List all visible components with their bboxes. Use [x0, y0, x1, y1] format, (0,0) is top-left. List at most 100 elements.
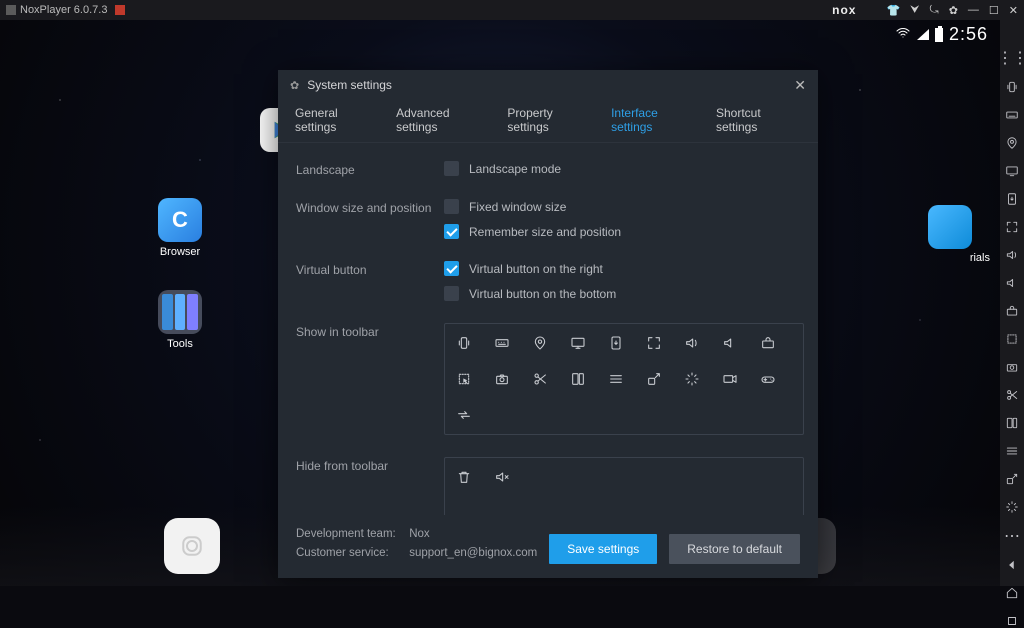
side-mouse-capture-icon[interactable]	[1004, 332, 1020, 346]
system-settings-dialog: ✿ System settings ✕ General settings Adv…	[278, 70, 818, 578]
apk-install-icon[interactable]	[607, 334, 625, 352]
save-settings-button[interactable]: Save settings	[549, 534, 657, 564]
checkbox-icon	[444, 261, 459, 276]
toolbox-icon[interactable]	[759, 334, 777, 352]
side-multi-instance-icon[interactable]	[1004, 416, 1020, 430]
side-toolbar: ⋮⋮ ⋯	[1000, 20, 1024, 586]
trash-icon[interactable]	[455, 468, 473, 486]
notification-badge-icon[interactable]	[115, 5, 125, 15]
tab-interface[interactable]: Interface settings	[602, 100, 707, 142]
titlebar-shirt-icon[interactable]: 👕	[886, 4, 900, 17]
side-dots-icon[interactable]: ⋯	[1004, 528, 1020, 544]
side-fullscreen-icon[interactable]	[1004, 220, 1020, 234]
checkbox-icon	[444, 224, 459, 239]
side-scissors-icon[interactable]	[1004, 388, 1020, 402]
tab-shortcut[interactable]: Shortcut settings	[707, 100, 810, 142]
video-record-icon[interactable]	[721, 370, 739, 388]
dialog-footer: Development team: Nox Customer service: …	[278, 515, 818, 578]
checkbox-label: Landscape mode	[469, 162, 561, 176]
side-shake-icon[interactable]	[1004, 80, 1020, 94]
browser-shortcut[interactable]: C Browser	[150, 198, 210, 258]
hide-toolbar-box	[444, 457, 804, 515]
app-logo-icon	[6, 5, 16, 15]
volume-up-icon[interactable]	[683, 334, 701, 352]
multi-instance-icon[interactable]	[569, 370, 587, 388]
side-keyboard-icon[interactable]	[1004, 108, 1020, 122]
side-volume-down-icon[interactable]	[1004, 276, 1020, 290]
checkbox-label: Virtual button on the bottom	[469, 287, 616, 301]
mouse-capture-icon[interactable]	[455, 370, 473, 388]
fullscreen-icon[interactable]	[645, 334, 663, 352]
side-macro-icon[interactable]	[1004, 500, 1020, 514]
shake-icon[interactable]	[455, 334, 473, 352]
checkbox-vbtn-right[interactable]: Virtual button on the right	[444, 261, 804, 276]
android-status-bar: 2:56	[895, 24, 988, 45]
checkbox-label: Virtual button on the right	[469, 262, 603, 276]
macro-icon[interactable]	[683, 370, 701, 388]
tab-property[interactable]: Property settings	[498, 100, 602, 142]
tab-advanced[interactable]: Advanced settings	[387, 100, 498, 142]
outer-shell: 2:56 C Browser Tools rials ● ○	[0, 20, 1024, 586]
side-volume-up-icon[interactable]	[1004, 248, 1020, 262]
dev-team-value: Nox	[409, 528, 429, 540]
app-title: NoxPlayer 6.0.7.3	[20, 4, 107, 16]
side-menu-icon[interactable]	[1004, 444, 1020, 458]
close-dialog-button[interactable]: ✕	[794, 77, 806, 94]
cellular-signal-icon	[917, 29, 929, 40]
partial-app-label: rials	[970, 252, 990, 264]
side-rotate-icon[interactable]	[1004, 472, 1020, 486]
side-location-icon[interactable]	[1004, 136, 1020, 150]
browser-label: Browser	[150, 246, 210, 258]
dialog-body: Landscape Landscape mode Window size and…	[278, 143, 818, 515]
side-toolbox-icon[interactable]	[1004, 304, 1020, 318]
mute-icon[interactable]	[493, 468, 511, 486]
minimize-button[interactable]: —	[968, 4, 979, 17]
sync-icon[interactable]	[455, 406, 473, 424]
titlebar-download-icon[interactable]: ⮟	[910, 4, 919, 17]
checkbox-icon	[444, 161, 459, 176]
checkbox-icon	[444, 286, 459, 301]
restore-default-button[interactable]: Restore to default	[669, 534, 800, 564]
label-window-size: Window size and position	[296, 199, 436, 239]
nav-home-icon[interactable]	[1004, 586, 1020, 600]
status-time: 2:56	[949, 24, 988, 45]
partial-app-shortcut[interactable]	[928, 205, 972, 249]
titlebar-share-icon[interactable]: ⤿	[930, 4, 939, 17]
tools-folder-icon	[158, 290, 202, 334]
tools-folder-shortcut[interactable]: Tools	[150, 290, 210, 350]
maximize-button[interactable]: ☐	[989, 4, 999, 17]
titlebar-settings-icon[interactable]: ✿	[949, 4, 958, 17]
side-apk-icon[interactable]	[1004, 192, 1020, 206]
more-icon[interactable]: ⋮⋮	[1004, 50, 1020, 66]
titlebar-system-buttons: 👕 ⮟ ⤿ ✿ — ☐ ✕	[886, 4, 1018, 17]
screenshot-icon[interactable]	[493, 370, 511, 388]
side-computer-icon[interactable]	[1004, 164, 1020, 178]
checkbox-landscape-mode[interactable]: Landscape mode	[444, 161, 804, 176]
controller-icon[interactable]	[759, 370, 777, 388]
customer-service-label: Customer service:	[296, 544, 406, 564]
tab-general[interactable]: General settings	[286, 100, 387, 142]
label-virtual-button: Virtual button	[296, 261, 436, 301]
close-window-button[interactable]: ✕	[1009, 4, 1018, 17]
keyboard-icon[interactable]	[493, 334, 511, 352]
nav-back-icon[interactable]	[1004, 558, 1020, 572]
dialog-title: System settings	[307, 78, 392, 92]
checkbox-fixed-window[interactable]: Fixed window size	[444, 199, 804, 214]
checkbox-vbtn-bottom[interactable]: Virtual button on the bottom	[444, 286, 804, 301]
emulator-screen: 2:56 C Browser Tools rials ● ○	[0, 20, 1000, 586]
checkbox-remember-size[interactable]: Remember size and position	[444, 224, 804, 239]
volume-down-icon[interactable]	[721, 334, 739, 352]
nav-recent-icon[interactable]	[1004, 614, 1020, 628]
side-screenshot-icon[interactable]	[1004, 360, 1020, 374]
location-icon[interactable]	[531, 334, 549, 352]
menu-icon[interactable]	[607, 370, 625, 388]
browser-icon: C	[158, 198, 202, 242]
rotate-icon[interactable]	[645, 370, 663, 388]
scissors-icon[interactable]	[531, 370, 549, 388]
label-landscape: Landscape	[296, 161, 436, 177]
dialog-header[interactable]: ✿ System settings ✕	[278, 70, 818, 100]
wifi-icon	[895, 25, 911, 44]
my-computer-icon[interactable]	[569, 334, 587, 352]
titlebar: NoxPlayer 6.0.7.3 nox 👕 ⮟ ⤿ ✿ — ☐ ✕	[0, 0, 1024, 20]
dock-app-1[interactable]	[164, 518, 220, 574]
